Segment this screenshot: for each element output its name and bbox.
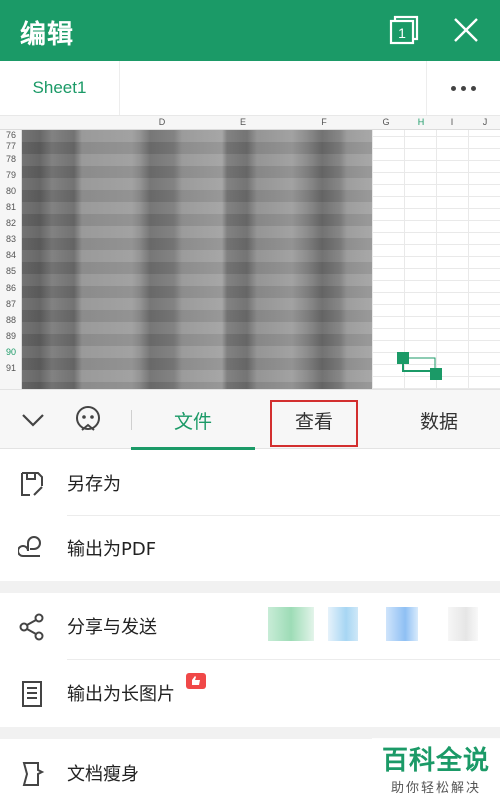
menu-label-slim-document: 文档瘦身 (67, 764, 139, 785)
more-dot-icon (451, 85, 456, 91)
highlight-annotation (270, 400, 358, 447)
row-label[interactable]: 86 (0, 283, 22, 293)
assistant-icon[interactable] (73, 404, 103, 434)
window-switch-icon[interactable]: 1 (388, 14, 420, 46)
menu-label-share-send: 分享与发送 (67, 617, 157, 638)
spreadsheet-grid[interactable]: D E F G H I J 76 77 78 79 80 81 82 83 84… (0, 116, 500, 389)
tab-file-label: 文件 (173, 410, 212, 433)
app-header: 编辑 1 (0, 0, 500, 61)
active-tab-indicator (131, 447, 255, 450)
tab-data[interactable]: 数据 (378, 390, 500, 450)
tab-file[interactable]: 文件 (131, 390, 255, 450)
divider (67, 659, 500, 660)
long-image-icon (18, 680, 46, 708)
row-label[interactable]: 87 (0, 299, 22, 309)
menu-label-export-pdf: 输出为PDF (67, 539, 157, 560)
share-target-blurred[interactable] (328, 607, 358, 641)
watermark-subtitle: 助你轻松解决 (390, 781, 481, 796)
column-label[interactable]: D (147, 117, 177, 127)
row-label[interactable]: 76 (0, 130, 22, 140)
column-label[interactable]: J (470, 117, 500, 127)
row-label[interactable]: 84 (0, 250, 22, 260)
column-label[interactable]: I (437, 117, 467, 127)
column-label[interactable]: F (309, 117, 339, 127)
row-label[interactable]: 82 (0, 218, 22, 228)
share-target-blurred[interactable] (386, 607, 418, 641)
share-target-blurred[interactable] (268, 607, 314, 641)
row-label[interactable]: 79 (0, 170, 22, 180)
watermark-title: 百科全说 (381, 746, 490, 776)
more-dot-icon (461, 85, 466, 91)
tab-data-label: 数据 (419, 410, 458, 433)
row-label-active[interactable]: 90 (0, 347, 22, 357)
row-label[interactable]: 91 (0, 363, 22, 373)
sheet-tab[interactable]: Sheet1 (0, 61, 120, 115)
menu-item-export-long-image[interactable]: 输出为长图片 (0, 661, 500, 725)
menu-item-export-pdf[interactable]: 输出为PDF (0, 516, 500, 580)
menu-item-save-as[interactable]: 另存为 (0, 451, 500, 515)
row-label[interactable]: 83 (0, 234, 22, 244)
blurred-content (22, 130, 372, 389)
window-count: 1 (398, 25, 406, 41)
row-label[interactable]: 77 (0, 141, 22, 151)
column-header: D E F G H I J (0, 116, 500, 130)
page-title: 编辑 (20, 20, 75, 50)
row-label[interactable]: 78 (0, 154, 22, 164)
save-as-icon (18, 470, 46, 498)
menu-label-save-as: 另存为 (67, 474, 121, 495)
row-header: 76 77 78 79 80 81 82 83 84 85 86 87 88 8… (0, 130, 22, 389)
share-icon (18, 613, 46, 641)
row-label[interactable]: 85 (0, 266, 22, 276)
toolbar-tab-bar: 文件 查看 数据 (0, 389, 500, 450)
blurred-rows (22, 130, 372, 389)
new-badge-icon (186, 673, 206, 689)
more-options-button[interactable] (426, 61, 500, 115)
row-label[interactable]: 89 (0, 331, 22, 341)
selection-handle-end[interactable] (430, 368, 442, 380)
row-label[interactable]: 80 (0, 186, 22, 196)
watermark: 百科全说 助你轻松解决 (372, 738, 500, 801)
column-label-active[interactable]: H (406, 117, 436, 127)
row-label[interactable]: 81 (0, 202, 22, 212)
pdf-icon (17, 535, 46, 563)
close-icon[interactable] (450, 14, 482, 46)
chevron-down-icon[interactable] (18, 404, 48, 434)
menu-item-share-send[interactable]: 分享与发送 (0, 594, 500, 658)
section-gap (0, 581, 500, 593)
menu-label-export-long-image: 输出为长图片 (67, 684, 175, 705)
row-label[interactable]: 88 (0, 315, 22, 325)
slim-document-icon (18, 760, 46, 788)
selection-handle-start[interactable] (397, 352, 409, 364)
more-dot-icon (471, 85, 476, 91)
share-target-blurred[interactable] (448, 607, 478, 641)
sheet-tab-bar: Sheet1 (0, 61, 500, 116)
column-label[interactable]: E (228, 117, 258, 127)
column-label[interactable]: G (371, 117, 401, 127)
